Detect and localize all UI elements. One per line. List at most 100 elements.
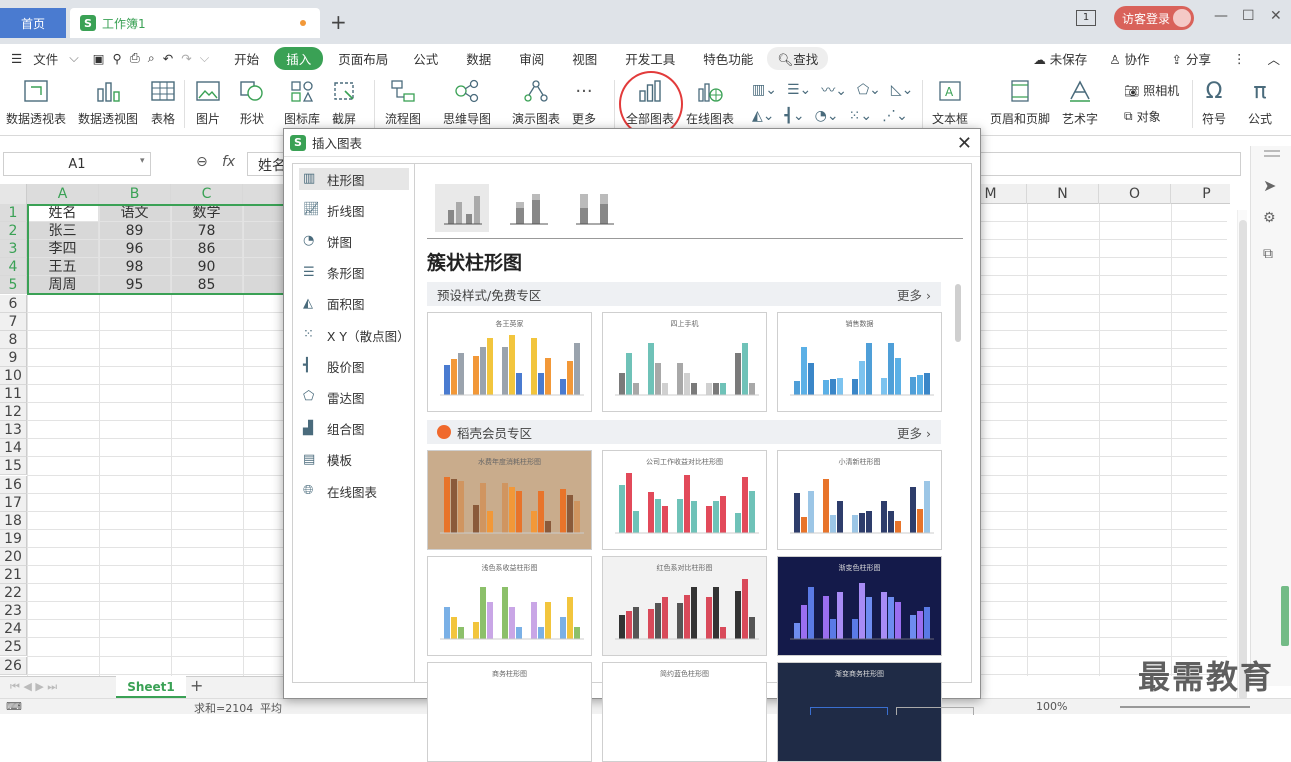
- more-free-link[interactable]: 更多 ›: [897, 285, 931, 304]
- bar-chart-horizontal-icon[interactable]: ☰⌄: [787, 82, 811, 98]
- namebox-dropdown-icon[interactable]: ▾: [140, 156, 145, 166]
- chart-category-4[interactable]: ◭ 面积图: [299, 293, 409, 315]
- chart-category-6[interactable]: ┫ 股价图: [299, 355, 409, 377]
- chart-template-3[interactable]: 水费年度消耗柱形图: [427, 450, 592, 550]
- file-menu[interactable]: 文件: [33, 49, 69, 68]
- chart-template-4[interactable]: 公司工作收益对比柱形图: [602, 450, 767, 550]
- chevron-down-icon[interactable]: ⌵: [69, 50, 88, 66]
- pointer-icon[interactable]: ➤: [1263, 176, 1276, 195]
- close-window-icon[interactable]: ✕: [1270, 8, 1282, 24]
- clustered-column-subtype[interactable]: [435, 184, 489, 232]
- chart-template-0[interactable]: 各王英家: [427, 312, 592, 412]
- column-chart-icon[interactable]: ▥⌄: [752, 82, 777, 98]
- cell-r4c2[interactable]: 98: [99, 258, 171, 277]
- chart-template-7[interactable]: 红色系对比柱形图: [602, 556, 767, 656]
- more-vertical-icon[interactable]: ⋮: [1222, 51, 1257, 66]
- online-chart-button[interactable]: 在线图表: [686, 78, 734, 127]
- new-tab-plus-icon[interactable]: +: [330, 10, 347, 34]
- cell-r1c3[interactable]: 数学: [171, 204, 243, 222]
- row-header-19[interactable]: 19: [0, 529, 27, 548]
- row-header-23[interactable]: 23: [0, 602, 27, 621]
- tab-home[interactable]: 首页: [0, 8, 66, 38]
- object-button[interactable]: ⧉ 对象: [1124, 108, 1161, 125]
- chart-template-1[interactable]: 四上手机: [602, 312, 767, 412]
- chart-template-9[interactable]: 商务柱形图: [427, 662, 592, 762]
- stock-chart-icon[interactable]: ┫⌄: [785, 108, 805, 124]
- picture-button[interactable]: 图片: [194, 78, 222, 127]
- shape-button[interactable]: 形状: [238, 78, 266, 127]
- more-button[interactable]: ··· 更多: [570, 78, 598, 127]
- percent-stacked-column-subtype[interactable]: [567, 184, 621, 232]
- row-header-17[interactable]: 17: [0, 493, 27, 512]
- vertical-scrollbar[interactable]: [1237, 210, 1247, 700]
- paint-icon[interactable]: ⚲: [109, 51, 126, 66]
- row-header-13[interactable]: 13: [0, 421, 27, 440]
- sheet-tab-sheet1[interactable]: Sheet1: [116, 676, 186, 698]
- chart-template-8[interactable]: 渐变色柱形图: [777, 556, 942, 656]
- cell-r5c3[interactable]: 85: [171, 276, 243, 295]
- save-icon[interactable]: ▣: [89, 51, 109, 66]
- row-header-9[interactable]: 9: [0, 348, 27, 367]
- more-quick-icon[interactable]: ⌵: [196, 50, 223, 66]
- name-box[interactable]: A1: [3, 152, 151, 176]
- cell-r2c2[interactable]: 89: [99, 222, 171, 241]
- row-header-18[interactable]: 18: [0, 511, 27, 530]
- radar-chart-icon[interactable]: ⬠⌄: [857, 82, 881, 98]
- minimize-icon[interactable]: —: [1214, 8, 1228, 24]
- menu-developer[interactable]: 开发工具: [611, 49, 689, 68]
- area-icon[interactable]: ◭⌄: [752, 108, 775, 124]
- flowchart-button[interactable]: 流程图: [385, 78, 421, 127]
- chart-template-5[interactable]: 小清新柱形图: [777, 450, 942, 550]
- cell-r5c1[interactable]: 周周: [27, 276, 99, 295]
- presentation-chart-button[interactable]: 演示图表: [512, 78, 560, 127]
- cell-r3c1[interactable]: 李四: [27, 240, 99, 259]
- drag-handle-icon[interactable]: [1264, 150, 1280, 152]
- chart-template-6[interactable]: 浅色系收益柱形图: [427, 556, 592, 656]
- bubble-chart-icon[interactable]: ⋰⌄: [882, 108, 908, 124]
- chart-template-2[interactable]: 销售数据: [777, 312, 942, 412]
- column-header-p[interactable]: P: [1171, 184, 1230, 204]
- camera-button[interactable]: 📷︎ 照相机: [1124, 82, 1179, 99]
- line-chart-icon[interactable]: 〰⌄: [821, 80, 847, 100]
- row-header-21[interactable]: 21: [0, 566, 27, 584]
- screenshot-button[interactable]: 截屏: [330, 78, 358, 127]
- textbox-button[interactable]: A 文本框: [932, 78, 968, 127]
- header-footer-button[interactable]: 页眉和页脚: [990, 78, 1050, 127]
- row-header-10[interactable]: 10: [0, 366, 27, 385]
- row-header-1[interactable]: 1: [0, 204, 27, 222]
- menu-insert[interactable]: 插入: [274, 46, 324, 70]
- unsaved-status[interactable]: ☁ 未保存: [1022, 49, 1098, 68]
- stacked-column-subtype[interactable]: [501, 184, 555, 232]
- zoom-slider[interactable]: [1120, 706, 1250, 708]
- more-member-link[interactable]: 更多 ›: [897, 423, 931, 442]
- row-header-24[interactable]: 24: [0, 620, 27, 639]
- row-header-5[interactable]: 5: [0, 276, 27, 295]
- fx-icon[interactable]: fx: [222, 154, 235, 170]
- tab-workbook[interactable]: S 工作簿1: [70, 8, 320, 38]
- column-header-b[interactable]: B: [99, 184, 171, 204]
- row-header-7[interactable]: 7: [0, 312, 27, 331]
- table-button[interactable]: 表格: [149, 78, 177, 127]
- column-header-c[interactable]: C: [171, 184, 243, 204]
- cell-r1c1[interactable]: 姓名: [27, 204, 99, 222]
- macro-icon[interactable]: ⌨: [6, 700, 22, 713]
- guest-login-button[interactable]: 访客登录: [1114, 6, 1194, 30]
- menu-view[interactable]: 视图: [558, 49, 611, 68]
- row-header-16[interactable]: 16: [0, 475, 27, 494]
- menu-start[interactable]: 开始: [223, 49, 270, 68]
- chart-category-1[interactable]: 📈︎ 折线图: [299, 199, 409, 221]
- row-header-20[interactable]: 20: [0, 547, 27, 566]
- preview-icon[interactable]: ⌕: [144, 50, 159, 66]
- dialog-scrollbar[interactable]: [955, 284, 961, 342]
- row-header-12[interactable]: 12: [0, 403, 27, 422]
- collapse-ribbon-icon[interactable]: ︿: [1256, 49, 1291, 68]
- chart-category-10[interactable]: 🌐︎ 在线图表: [299, 480, 409, 502]
- menu-formula[interactable]: 公式: [399, 49, 452, 68]
- scroll-thumb[interactable]: [1239, 220, 1247, 700]
- layers-icon[interactable]: ⧉: [1263, 246, 1273, 262]
- chart-category-0[interactable]: ▥ 柱形图: [299, 168, 409, 190]
- menu-review[interactable]: 审阅: [505, 49, 558, 68]
- column-header-n[interactable]: N: [1027, 184, 1099, 204]
- select-all-corner[interactable]: [0, 184, 27, 204]
- search-box[interactable]: 🔍︎查找: [767, 46, 829, 70]
